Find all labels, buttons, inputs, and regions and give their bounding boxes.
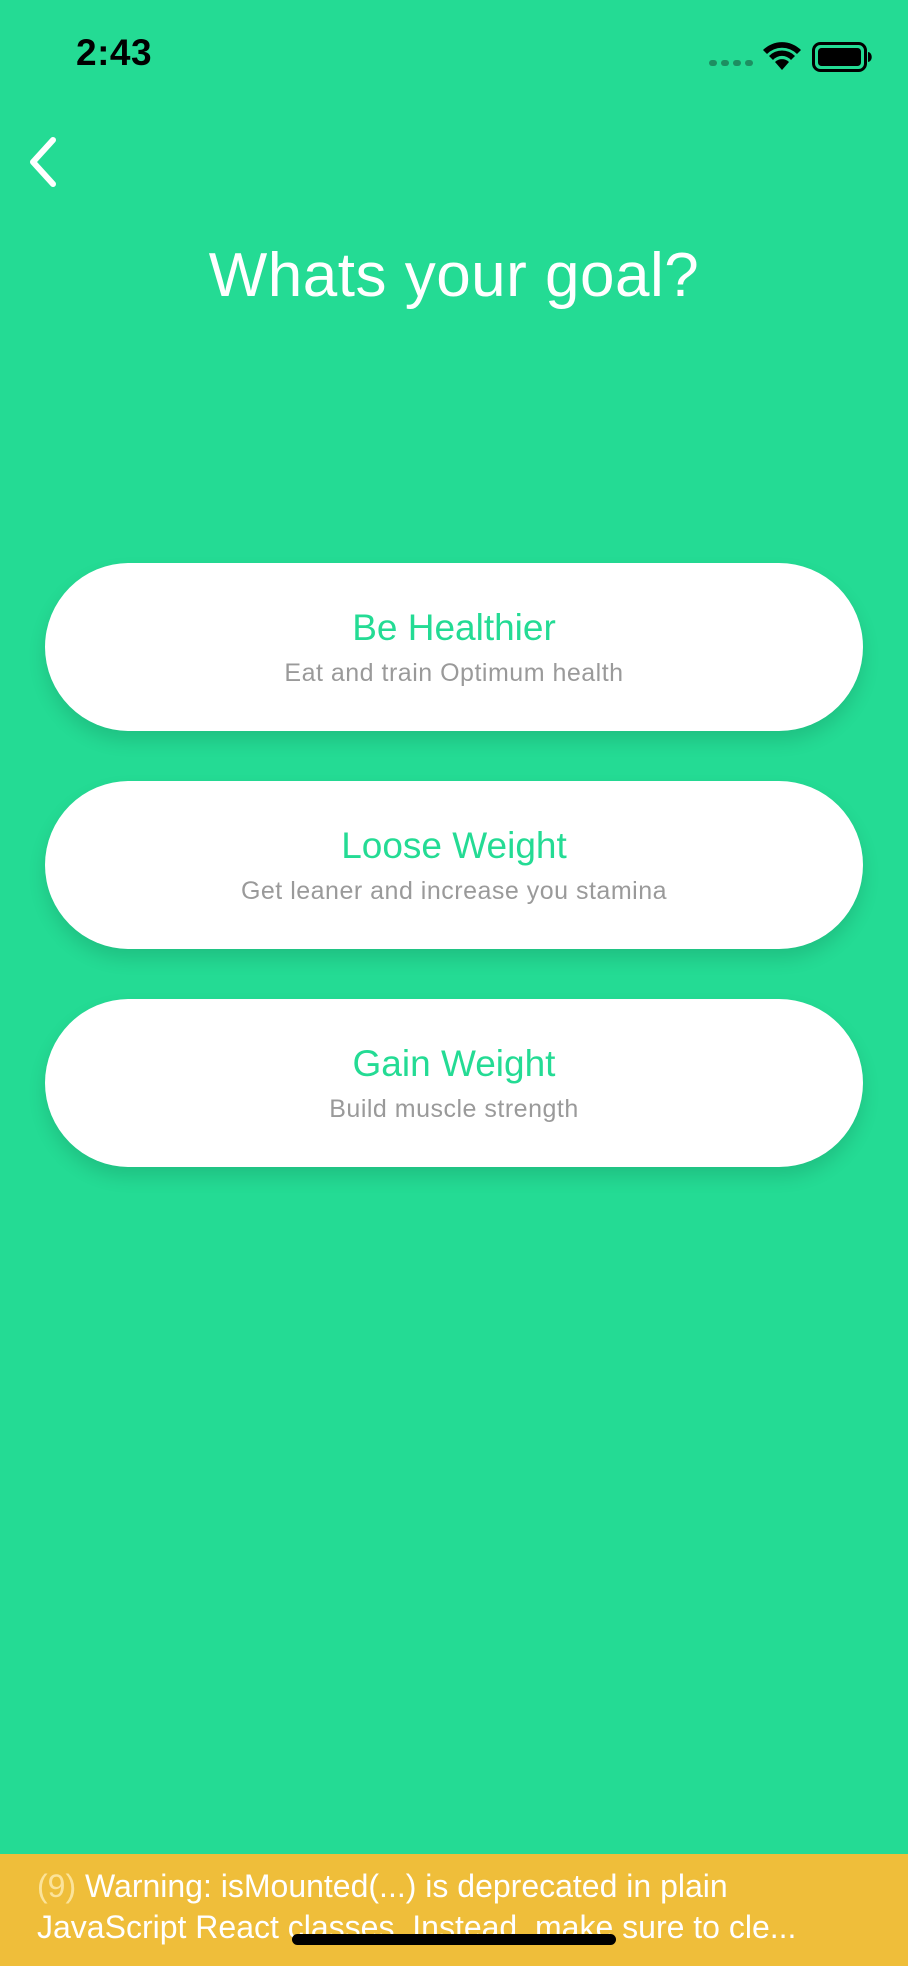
wifi-icon (763, 42, 801, 70)
warning-line-1: (9) Warning: isMounted(...) is deprecate… (37, 1866, 871, 1907)
battery-icon (812, 42, 872, 72)
home-indicator[interactable] (292, 1934, 616, 1945)
warning-message-1: Warning: isMounted(...) is deprecated in… (85, 1868, 728, 1904)
chevron-left-icon (30, 137, 56, 187)
goal-option-be-healthier[interactable]: Be Healthier Eat and train Optimum healt… (45, 563, 863, 731)
warning-banner[interactable]: (9) Warning: isMounted(...) is deprecate… (0, 1854, 908, 1966)
option-subtitle: Eat and train Optimum health (284, 659, 624, 687)
option-subtitle: Build muscle strength (329, 1095, 579, 1123)
status-time: 2:43 (76, 32, 153, 73)
option-title: Gain Weight (352, 1043, 556, 1084)
status-bar: 2:43 (0, 0, 908, 110)
warning-count: (9) (37, 1868, 77, 1904)
option-subtitle: Get leaner and increase you stamina (240, 877, 668, 905)
back-button[interactable] (16, 130, 70, 194)
option-title: Be Healthier (352, 607, 556, 648)
page-title: Whats your goal? (208, 241, 700, 310)
cellular-signal-icon (709, 60, 753, 66)
option-title: Loose Weight (341, 825, 567, 866)
goal-option-gain-weight[interactable]: Gain Weight Build muscle strength (45, 999, 863, 1167)
goal-option-loose-weight[interactable]: Loose Weight Get leaner and increase you… (45, 781, 863, 949)
